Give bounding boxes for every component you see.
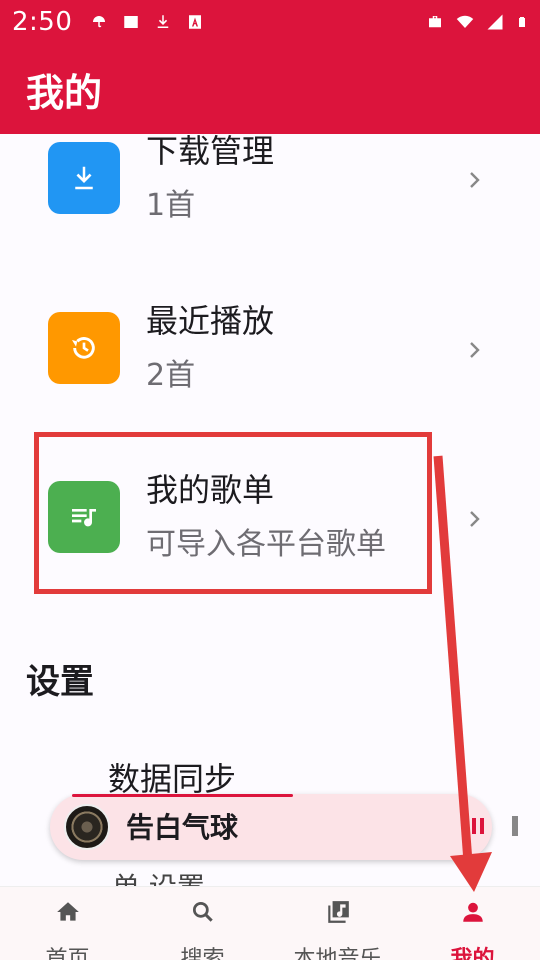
nav-home[interactable]: 首页 <box>0 887 135 960</box>
settings-item[interactable]: 单 设置 <box>112 866 205 886</box>
app-bar: 我的 <box>0 44 540 134</box>
status-time: 2:50 <box>12 7 73 37</box>
album-cover[interactable] <box>64 804 110 850</box>
search-icon <box>192 901 213 922</box>
download-icon <box>158 15 169 28</box>
list-item-download-manager[interactable]: 下载管理 1首 <box>0 134 540 246</box>
history-tile <box>48 312 120 384</box>
battery-icon <box>519 17 525 27</box>
signal-icon <box>487 14 503 30</box>
pause-button[interactable] <box>470 818 486 836</box>
queue-icon[interactable] <box>512 816 518 836</box>
mini-player[interactable]: 告白气球 <box>50 794 518 860</box>
list-item-subtitle: 2首 <box>146 358 196 393</box>
list-item-title: 下载管理 <box>146 134 275 170</box>
chevron-right-icon <box>470 511 480 527</box>
image-icon <box>124 16 139 28</box>
bottom-navigation: 首页 搜索 本地音乐 我的 <box>0 886 540 960</box>
nav-label: 我的 <box>450 947 495 960</box>
history-icon <box>72 337 95 359</box>
playback-progress <box>72 794 293 797</box>
home-icon <box>56 902 79 921</box>
list-item-recent-play[interactable]: 最近播放 2首 <box>0 296 540 416</box>
status-bar: 2:50 <box>0 0 540 44</box>
library-music-icon <box>327 901 349 923</box>
briefcase-icon <box>429 16 441 28</box>
chevron-right-icon <box>470 172 480 188</box>
nav-label: 首页 <box>45 947 90 960</box>
nav-label: 本地音乐 <box>293 947 382 960</box>
pause-icon <box>480 818 484 834</box>
pause-icon <box>472 818 476 834</box>
wifi-icon <box>456 15 474 28</box>
umbrella-icon <box>93 16 106 28</box>
nav-local-music[interactable]: 本地音乐 <box>270 887 405 960</box>
annotation-highlight-box <box>34 432 432 594</box>
nav-mine[interactable]: 我的 <box>405 887 540 960</box>
list-item-subtitle: 1首 <box>146 188 196 223</box>
person-icon <box>462 902 483 922</box>
page-title: 我的 <box>26 70 103 115</box>
download-tile <box>48 142 120 214</box>
chevron-right-icon <box>470 342 480 358</box>
song-title: 告白气球 <box>126 811 239 844</box>
download-icon <box>75 166 93 190</box>
nav-label: 搜索 <box>180 947 225 960</box>
settings-section-title: 设置 <box>26 662 94 702</box>
nav-search[interactable]: 搜索 <box>135 887 270 960</box>
list-item-title: 最近播放 <box>146 302 275 340</box>
text-a-icon <box>189 15 202 29</box>
